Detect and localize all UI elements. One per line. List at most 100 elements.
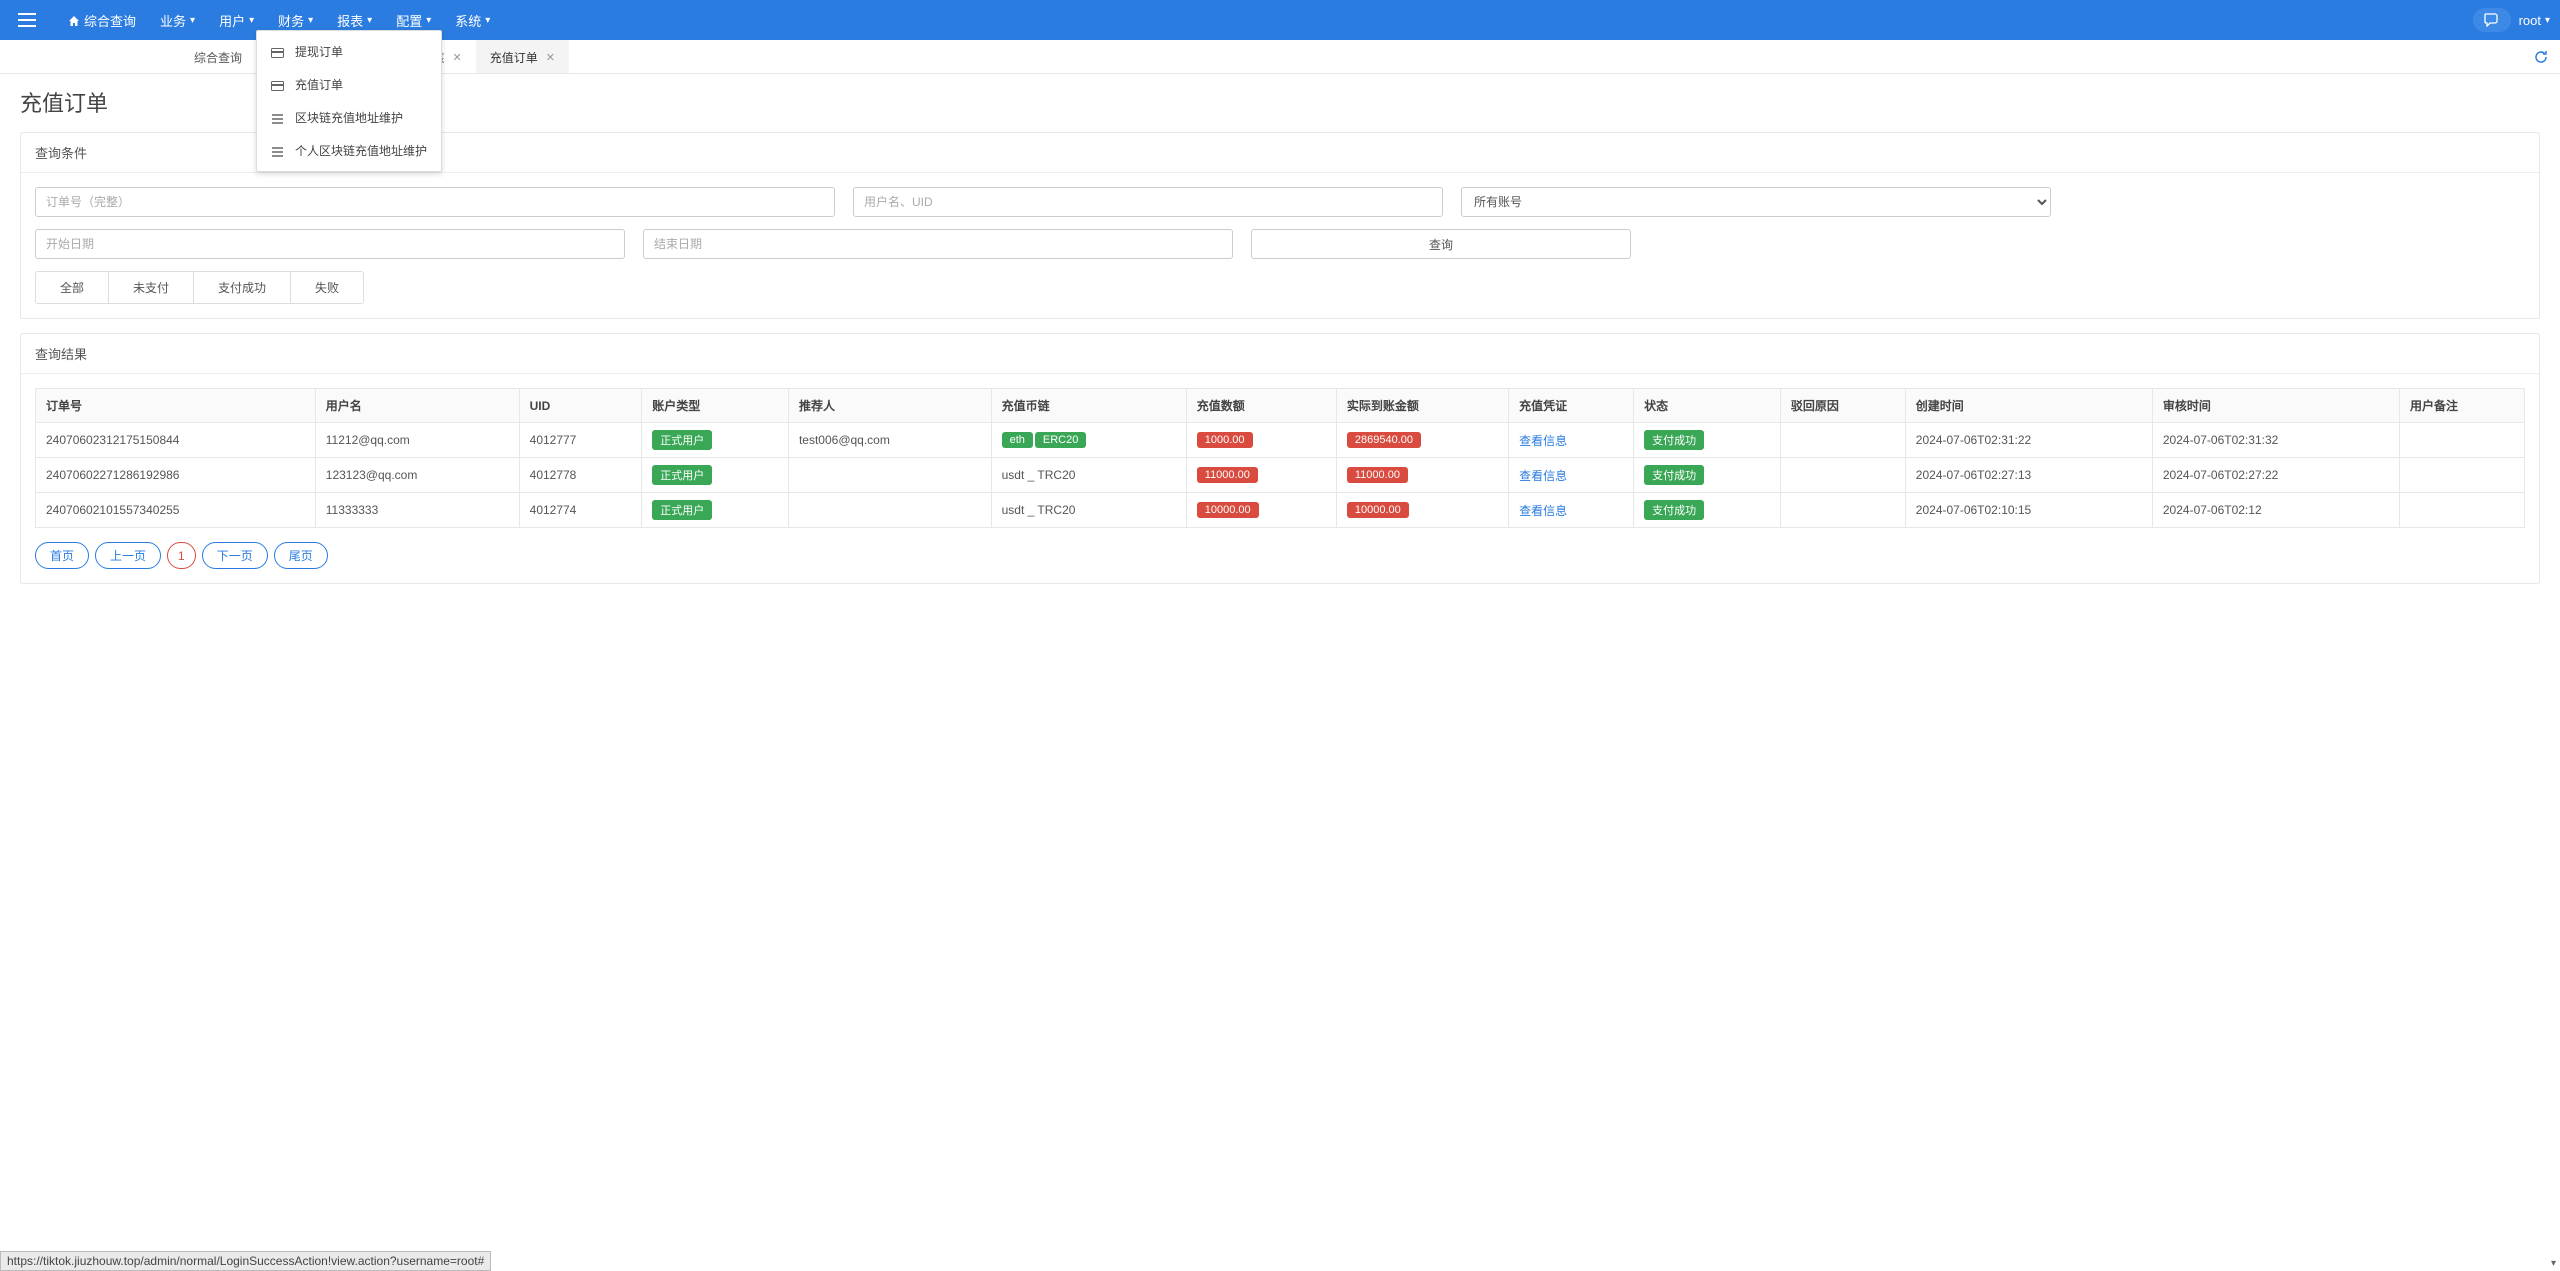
query-button[interactable]: 查询 [1251,229,1631,259]
tab-0[interactable]: 综合查询 [180,40,256,73]
cell-amount: 11000.00 [1186,458,1336,493]
nav-item-5[interactable]: 系统▾ [443,0,502,40]
results-panel-title: 查询结果 [21,334,2539,374]
cell-status: 支付成功 [1634,423,1781,458]
card-icon [271,44,285,59]
dropdown-item-3[interactable]: 个人区块链充值地址维护 [257,134,441,167]
user-input[interactable] [853,187,1443,217]
start-date-input[interactable] [35,229,625,259]
cell-referrer [788,493,991,528]
top-navbar: 综合查询 业务▾用户▾财务▾报表▾配置▾系统▾ root ▾ 提现订单充值订单区… [0,0,2560,40]
voucher-link[interactable]: 查看信息 [1519,469,1567,483]
dropdown-item-label: 提现订单 [295,43,343,60]
cell-referrer: test006@qq.com [788,423,991,458]
col-header-2: UID [519,389,642,423]
cell-status: 支付成功 [1634,458,1781,493]
cell-acct: 正式用户 [642,423,789,458]
cell-referrer [788,458,991,493]
filter-tab-1[interactable]: 未支付 [109,272,194,303]
account-type-badge: 正式用户 [652,500,712,520]
cell-reviewed: 2024-07-06T02:31:32 [2152,423,2399,458]
col-header-10: 驳回原因 [1780,389,1905,423]
dropdown-item-label: 充值订单 [295,76,343,93]
list-icon [271,110,285,125]
col-header-5: 充值币链 [991,389,1186,423]
cell-chain: ethERC20 [991,423,1186,458]
finance-dropdown: 提现订单充值订单区块链充值地址维护个人区块链充值地址维护 [256,30,442,172]
dropdown-item-label: 区块链充值地址维护 [295,109,403,126]
account-select[interactable]: 所有账号 [1461,187,2051,217]
chat-icon [2484,13,2500,27]
caret-down-icon: ▾ [485,15,490,26]
browser-status-bar: https://tiktok.jiuzhouw.top/admin/normal… [0,1251,491,1271]
col-header-12: 审核时间 [2152,389,2399,423]
filter-tab-3[interactable]: 失败 [291,272,363,303]
caret-down-icon: ▾ [190,15,195,26]
cell-order: 24070602271286192986 [36,458,316,493]
cell-voucher: 查看信息 [1509,423,1634,458]
voucher-link[interactable]: 查看信息 [1519,504,1567,518]
cell-uid: 4012778 [519,458,642,493]
pager-page-1[interactable]: 1 [167,542,196,569]
col-header-8: 充值凭证 [1509,389,1634,423]
close-icon[interactable]: ✕ [452,51,461,64]
refresh-button[interactable] [2522,40,2560,73]
nav-home-label: 综合查询 [84,11,136,30]
list-icon [271,143,285,158]
caret-down-icon: ▾ [249,15,254,26]
chain-badge: ERC20 [1035,432,1086,448]
user-menu[interactable]: root ▾ [2519,13,2550,28]
pager-next[interactable]: 下一页 [202,542,268,569]
voucher-link[interactable]: 查看信息 [1519,434,1567,448]
end-date-input[interactable] [643,229,1233,259]
chain-badge: eth [1002,432,1033,448]
dropdown-item-1[interactable]: 充值订单 [257,68,441,101]
tab-4[interactable]: 充值订单✕ [476,40,569,73]
filter-tab-2[interactable]: 支付成功 [194,272,291,303]
nav-item-label: 用户 [219,11,245,30]
cell-reject [1780,493,1905,528]
refresh-icon [2534,50,2548,64]
received-badge: 2869540.00 [1347,432,1421,448]
cell-chain: usdt _ TRC20 [991,493,1186,528]
cell-chain: usdt _ TRC20 [991,458,1186,493]
account-type-badge: 正式用户 [652,465,712,485]
filter-tab-0[interactable]: 全部 [36,272,109,303]
col-header-1: 用户名 [315,389,519,423]
scroll-caret-icon: ▾ [2551,1258,2556,1269]
order-input[interactable] [35,187,835,217]
pager-first[interactable]: 首页 [35,542,89,569]
account-type-badge: 正式用户 [652,430,712,450]
cell-acct: 正式用户 [642,493,789,528]
col-header-11: 创建时间 [1905,389,2152,423]
col-header-13: 用户备注 [2399,389,2524,423]
cell-received: 10000.00 [1336,493,1508,528]
amount-badge: 10000.00 [1197,502,1259,518]
status-filter-tabs: 全部未支付支付成功失败 [35,271,364,304]
chat-button[interactable] [2473,8,2511,32]
cell-received: 11000.00 [1336,458,1508,493]
dropdown-item-0[interactable]: 提现订单 [257,35,441,68]
caret-down-icon: ▾ [2545,15,2550,26]
cell-remark [2399,423,2524,458]
nav-item-label: 配置 [396,11,422,30]
dropdown-item-2[interactable]: 区块链充值地址维护 [257,101,441,134]
col-header-3: 账户类型 [642,389,789,423]
cell-reviewed: 2024-07-06T02:27:22 [2152,458,2399,493]
caret-down-icon: ▾ [308,15,313,26]
pager-prev[interactable]: 上一页 [95,542,161,569]
nav-item-0[interactable]: 业务▾ [148,0,207,40]
close-icon[interactable]: ✕ [546,51,555,64]
cell-user: 11333333 [315,493,519,528]
cell-remark [2399,493,2524,528]
nav-item-label: 财务 [278,11,304,30]
nav-home[interactable]: 综合查询 [56,0,148,40]
received-badge: 11000.00 [1347,467,1408,483]
status-badge: 支付成功 [1644,500,1704,520]
pager-last[interactable]: 尾页 [274,542,328,569]
status-badge: 支付成功 [1644,430,1704,450]
cell-uid: 4012777 [519,423,642,458]
hamburger-icon[interactable] [10,9,44,32]
cell-acct: 正式用户 [642,458,789,493]
cell-reject [1780,458,1905,493]
